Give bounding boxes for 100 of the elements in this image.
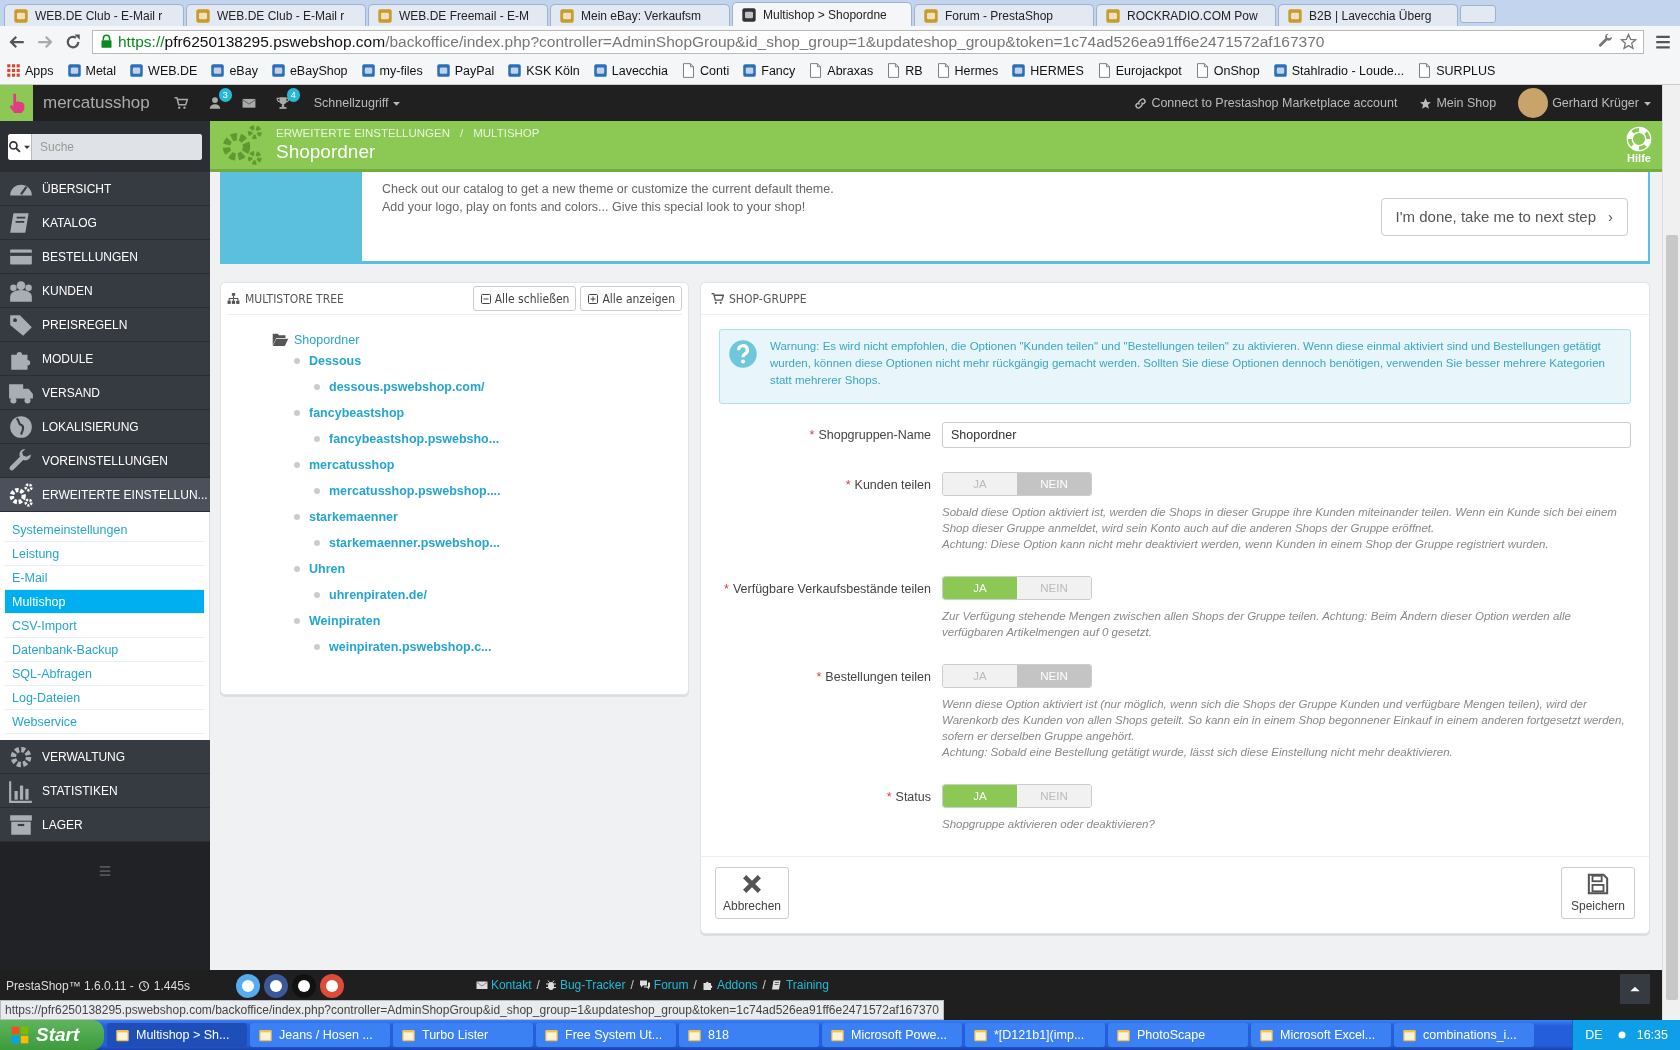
browser-tab[interactable]: ROCKRADIO.COM Pow	[1096, 4, 1276, 26]
favicon-icon	[129, 63, 145, 78]
search-field[interactable]: Suche	[8, 133, 202, 160]
social-icon[interactable]	[263, 974, 288, 998]
footer-link[interactable]: Kontakt	[475, 978, 532, 992]
sidebar-item[interactable]: BESTELLUNGEN	[0, 240, 210, 274]
bookmark[interactable]: Eurojackpot	[1096, 63, 1182, 78]
required-mark: *	[845, 478, 851, 492]
taskbar-button[interactable]: *[D121b1](imp...	[965, 1023, 1105, 1047]
sidebar-item[interactable]: KUNDEN	[0, 274, 210, 308]
bookmark[interactable]: my-files	[360, 63, 423, 78]
browser-tab[interactable]: Multishop > Shopordne	[732, 2, 912, 26]
shop-name[interactable]: mercatusshop	[43, 93, 150, 113]
envelope-icon[interactable]	[241, 96, 256, 110]
taskbar-button[interactable]: Jeans / Hosen ...	[250, 1023, 390, 1047]
bookmark[interactable]: PayPal	[435, 63, 495, 78]
field-label: * Status	[885, 789, 932, 806]
tree-button[interactable]: Alle anzeigen	[580, 286, 682, 311]
sidebar-item[interactable]: VERWALTUNG	[0, 740, 210, 774]
bookmark[interactable]: HERMES	[1011, 63, 1084, 78]
sidebar-item[interactable]: ERWEITERTE EINSTELLUN...	[0, 478, 210, 512]
save-button[interactable]: Speichern	[1561, 867, 1635, 919]
bullet-icon	[314, 488, 320, 494]
footer-link[interactable]: Training	[770, 978, 829, 992]
browser-tab[interactable]: WEB.DE Club - E-Mail r	[4, 4, 184, 26]
taskbar-button[interactable]: Turbo Lister	[393, 1023, 533, 1047]
quick-access-menu[interactable]: Schnellzugriff	[313, 96, 401, 110]
help-text: Zur Verfügung stehende Mengen zwischen allen Shops der Gruppe teilen. Achtung: Beim Ändern dieser Option werden alle verfügbaren Artikelmengen auf 0 gesetzt.	[942, 609, 1572, 640]
sidebar-item[interactable]: VERSAND	[0, 376, 210, 410]
taskbar-button[interactable]: Microsoft Excel...	[1251, 1023, 1391, 1047]
star-icon[interactable]	[1620, 33, 1637, 50]
bookmark[interactable]: Conti	[681, 63, 730, 78]
favicon-icon	[195, 7, 211, 24]
bullet-icon	[294, 566, 300, 572]
breadcrumb-separator: /	[460, 127, 464, 139]
field-label: * Bestellungen teilen	[815, 669, 932, 686]
bookmark[interactable]: Hermes	[935, 63, 999, 78]
address-bar[interactable]: https://pfr6250138295.pswebshop.com/backoffice/index.php?controller=AdminShopGroup&id_shop_group=1&updateshop_group&token=1c74ad526ea91ff6e2471572af167370	[92, 29, 1644, 54]
sidebar-item[interactable]: MODULE	[0, 342, 210, 376]
bookmark[interactable]: Apps	[6, 63, 54, 78]
wrench-icon[interactable]	[1598, 33, 1614, 49]
bookmark[interactable]: KSK Köln	[507, 63, 580, 78]
next-step-button[interactable]: I'm done, take me to next step ›	[1380, 197, 1628, 236]
social-icon[interactable]	[291, 974, 316, 998]
back-to-top-button[interactable]	[1620, 974, 1650, 1004]
bookmark[interactable]: RB	[886, 63, 923, 78]
user-menu[interactable]: Gerhard Krüger	[1552, 96, 1652, 110]
reload-icon[interactable]	[64, 32, 82, 51]
marketplace-link[interactable]: Connect to Prestashop Marketplace account	[1134, 96, 1398, 110]
sidebar-item[interactable]: PREISREGELN	[0, 308, 210, 342]
sidebar-item[interactable]: STATISTIKEN	[0, 774, 210, 808]
taskbar-button[interactable]: combinations_i...	[1394, 1023, 1534, 1047]
browser-tab[interactable]: B2B | Lavecchia Überg	[1278, 4, 1458, 26]
app-icon	[258, 1027, 273, 1043]
social-icon[interactable]	[235, 974, 260, 998]
bookmark[interactable]: SURPLUS	[1417, 63, 1496, 78]
page-icon	[1096, 63, 1112, 78]
bookmark[interactable]: Metal	[66, 63, 117, 78]
panel-title: MULTISTORE TREE	[245, 291, 344, 306]
bookmark[interactable]: Fancy	[742, 63, 796, 78]
bookmark[interactable]: OnShop	[1194, 63, 1260, 78]
scrollbar[interactable]	[1662, 85, 1680, 1020]
social-icon[interactable]	[319, 974, 344, 998]
taskbar-button[interactable]: PhotoScape	[1108, 1023, 1248, 1047]
my-shop-link[interactable]: Mein Shop	[1419, 96, 1497, 110]
browser-tab[interactable]: WEB.DE Freemail - E-M	[368, 4, 548, 26]
tree-button[interactable]: Alle schließen	[472, 286, 577, 311]
browser-tab[interactable]: WEB.DE Club - E-Mail r	[186, 4, 366, 26]
windows-flag-icon	[10, 1025, 30, 1045]
user-icon[interactable]	[207, 96, 222, 110]
cart-icon[interactable]	[173, 96, 188, 110]
taskbar-button[interactable]: Multishop > Sh...	[107, 1023, 247, 1047]
bookmark[interactable]: Lavecchia	[592, 63, 669, 78]
bookmark[interactable]: eBayShop	[270, 63, 348, 78]
sidebar-item[interactable]: KATALOG	[0, 206, 210, 240]
taskbar-button[interactable]: Free System Ut...	[536, 1023, 676, 1047]
search-icon[interactable]	[8, 140, 21, 153]
panel-title: SHOP-GRUPPE	[729, 291, 807, 306]
gears-icon	[220, 123, 264, 167]
footer-link[interactable]: Forum	[638, 978, 689, 992]
bookmark[interactable]: WEB.DE	[129, 63, 198, 78]
count-badge: 4	[286, 88, 300, 102]
trophy-icon[interactable]	[275, 96, 290, 110]
avatar[interactable]	[1518, 88, 1549, 118]
footer-link[interactable]: Addons	[701, 978, 758, 992]
sidebar-item[interactable]: LOKALISIERUNG	[0, 410, 210, 444]
taskbar-button[interactable]: Microsoft Powe...	[822, 1023, 962, 1047]
footer-link[interactable]: Bug-Tracker	[544, 978, 626, 992]
sidebar-item[interactable]: ÜBERSICHT	[0, 172, 210, 206]
bookmark[interactable]: eBay	[210, 63, 258, 78]
browser-tab[interactable]: Forum - PrestaShop	[914, 4, 1094, 26]
bookmark[interactable]: Abraxas	[808, 63, 874, 78]
text-field[interactable]: Shopordner	[942, 422, 1631, 448]
scrollbar-thumb[interactable]	[1665, 235, 1678, 1000]
taskbar-button[interactable]: 818	[679, 1023, 819, 1047]
cancel-button[interactable]: Abbrechen	[715, 867, 789, 919]
book-icon	[770, 979, 783, 991]
bullet-icon	[294, 514, 300, 520]
browser-tab[interactable]: Mein eBay: Verkaufsm	[550, 4, 730, 26]
bookmark[interactable]: Stahlradio - Loude...	[1272, 63, 1405, 78]
